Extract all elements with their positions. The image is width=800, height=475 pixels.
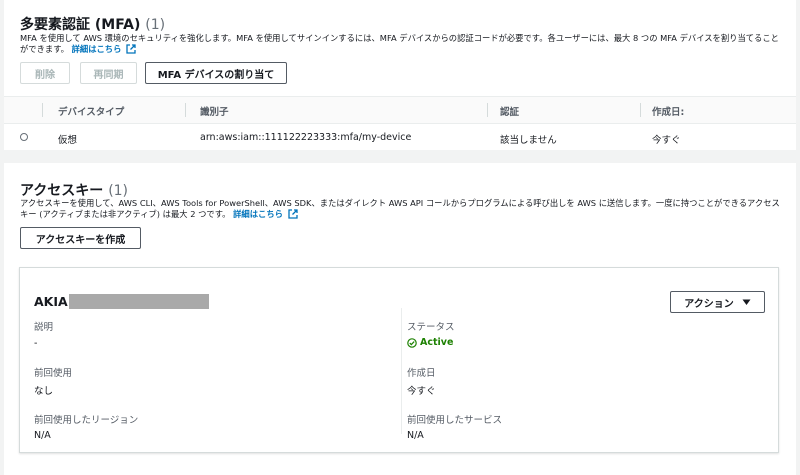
mfa-title: 多要素認証 (MFA): [20, 17, 141, 33]
column-divider: [401, 308, 402, 434]
identifier-cell: arn:aws:iam::111122223333:mfa/my-device: [200, 132, 412, 143]
status-text: Active: [420, 337, 454, 348]
created-value: 今すぐ: [407, 386, 436, 397]
access-key-id-prefix: AKIA: [34, 294, 68, 309]
external-link-icon[interactable]: [287, 209, 298, 219]
access-keys-panel: アクセスキー (1) アクセスキーを使用して、AWS CLI、AWS Tools…: [4, 163, 796, 475]
column-identifier[interactable]: 識別子: [200, 104, 229, 118]
auth-cell: 該当しません: [500, 135, 557, 146]
resync-button[interactable]: 再同期: [80, 62, 137, 84]
caret-down-icon: [742, 299, 751, 305]
last-service-label: 前回使用したサービス: [407, 415, 503, 426]
row-select-radio[interactable]: [20, 133, 28, 141]
column-device-type[interactable]: デバイスタイプ: [58, 104, 124, 118]
mfa-count: (1): [145, 17, 166, 33]
column-auth[interactable]: 認証: [500, 104, 519, 118]
mfa-panel: 多要素認証 (MFA) (1) MFA を使用して AWS 環境のセキュリティを…: [4, 0, 796, 150]
actions-dropdown-button[interactable]: アクション: [670, 291, 765, 313]
last-used-value: なし: [34, 386, 54, 397]
redacted-key-block: [68, 294, 209, 309]
created-cell: 今すぐ: [652, 135, 681, 146]
access-key-id: AKIA: [34, 294, 209, 309]
status-label: ステータス: [407, 322, 455, 333]
description-value: -: [34, 338, 38, 349]
description-label: 説明: [34, 322, 54, 333]
last-region-label: 前回使用したリージョン: [34, 415, 139, 426]
last-region-value: N/A: [34, 430, 51, 441]
check-circle-icon: [407, 337, 417, 348]
device-type-cell: 仮想: [58, 135, 78, 146]
column-created[interactable]: 作成日:: [652, 104, 684, 118]
delete-button[interactable]: 削除: [20, 62, 70, 84]
actions-label: アクション: [684, 298, 734, 310]
mfa-table-header: デバイスタイプ 識別子 認証 作成日:: [4, 96, 796, 124]
status-value: Active: [407, 337, 453, 348]
assign-mfa-button[interactable]: MFA デバイスの割り当て: [145, 62, 287, 84]
last-service-value: N/A: [407, 430, 424, 441]
created-label: 作成日: [407, 368, 436, 379]
access-keys-description: アクセスキーを使用して、AWS CLI、AWS Tools for PowerS…: [20, 198, 780, 220]
mfa-learn-more-link[interactable]: 詳細はこちら: [72, 44, 122, 54]
create-access-key-button[interactable]: アクセスキーを作成: [20, 227, 141, 249]
access-keys-heading: アクセスキー (1): [20, 180, 128, 200]
table-row[interactable]: 仮想 arn:aws:iam::111122223333:mfa/my-devi…: [4, 124, 796, 150]
mfa-heading: 多要素認証 (MFA) (1): [20, 14, 165, 34]
access-keys-description-text: アクセスキーを使用して、AWS CLI、AWS Tools for PowerS…: [20, 198, 780, 219]
external-link-icon[interactable]: [126, 44, 136, 54]
access-keys-title: アクセスキー: [20, 183, 104, 199]
mfa-description: MFA を使用して AWS 環境のセキュリティを強化します。MFA を使用してサ…: [20, 33, 780, 55]
last-used-label: 前回使用: [34, 368, 73, 379]
access-keys-learn-more-link[interactable]: 詳細はこちら: [233, 209, 283, 219]
access-keys-count: (1): [108, 183, 129, 199]
access-key-card: AKIA アクション 説明 - ステータス Active 前回使用 なし 作成日…: [19, 267, 779, 453]
